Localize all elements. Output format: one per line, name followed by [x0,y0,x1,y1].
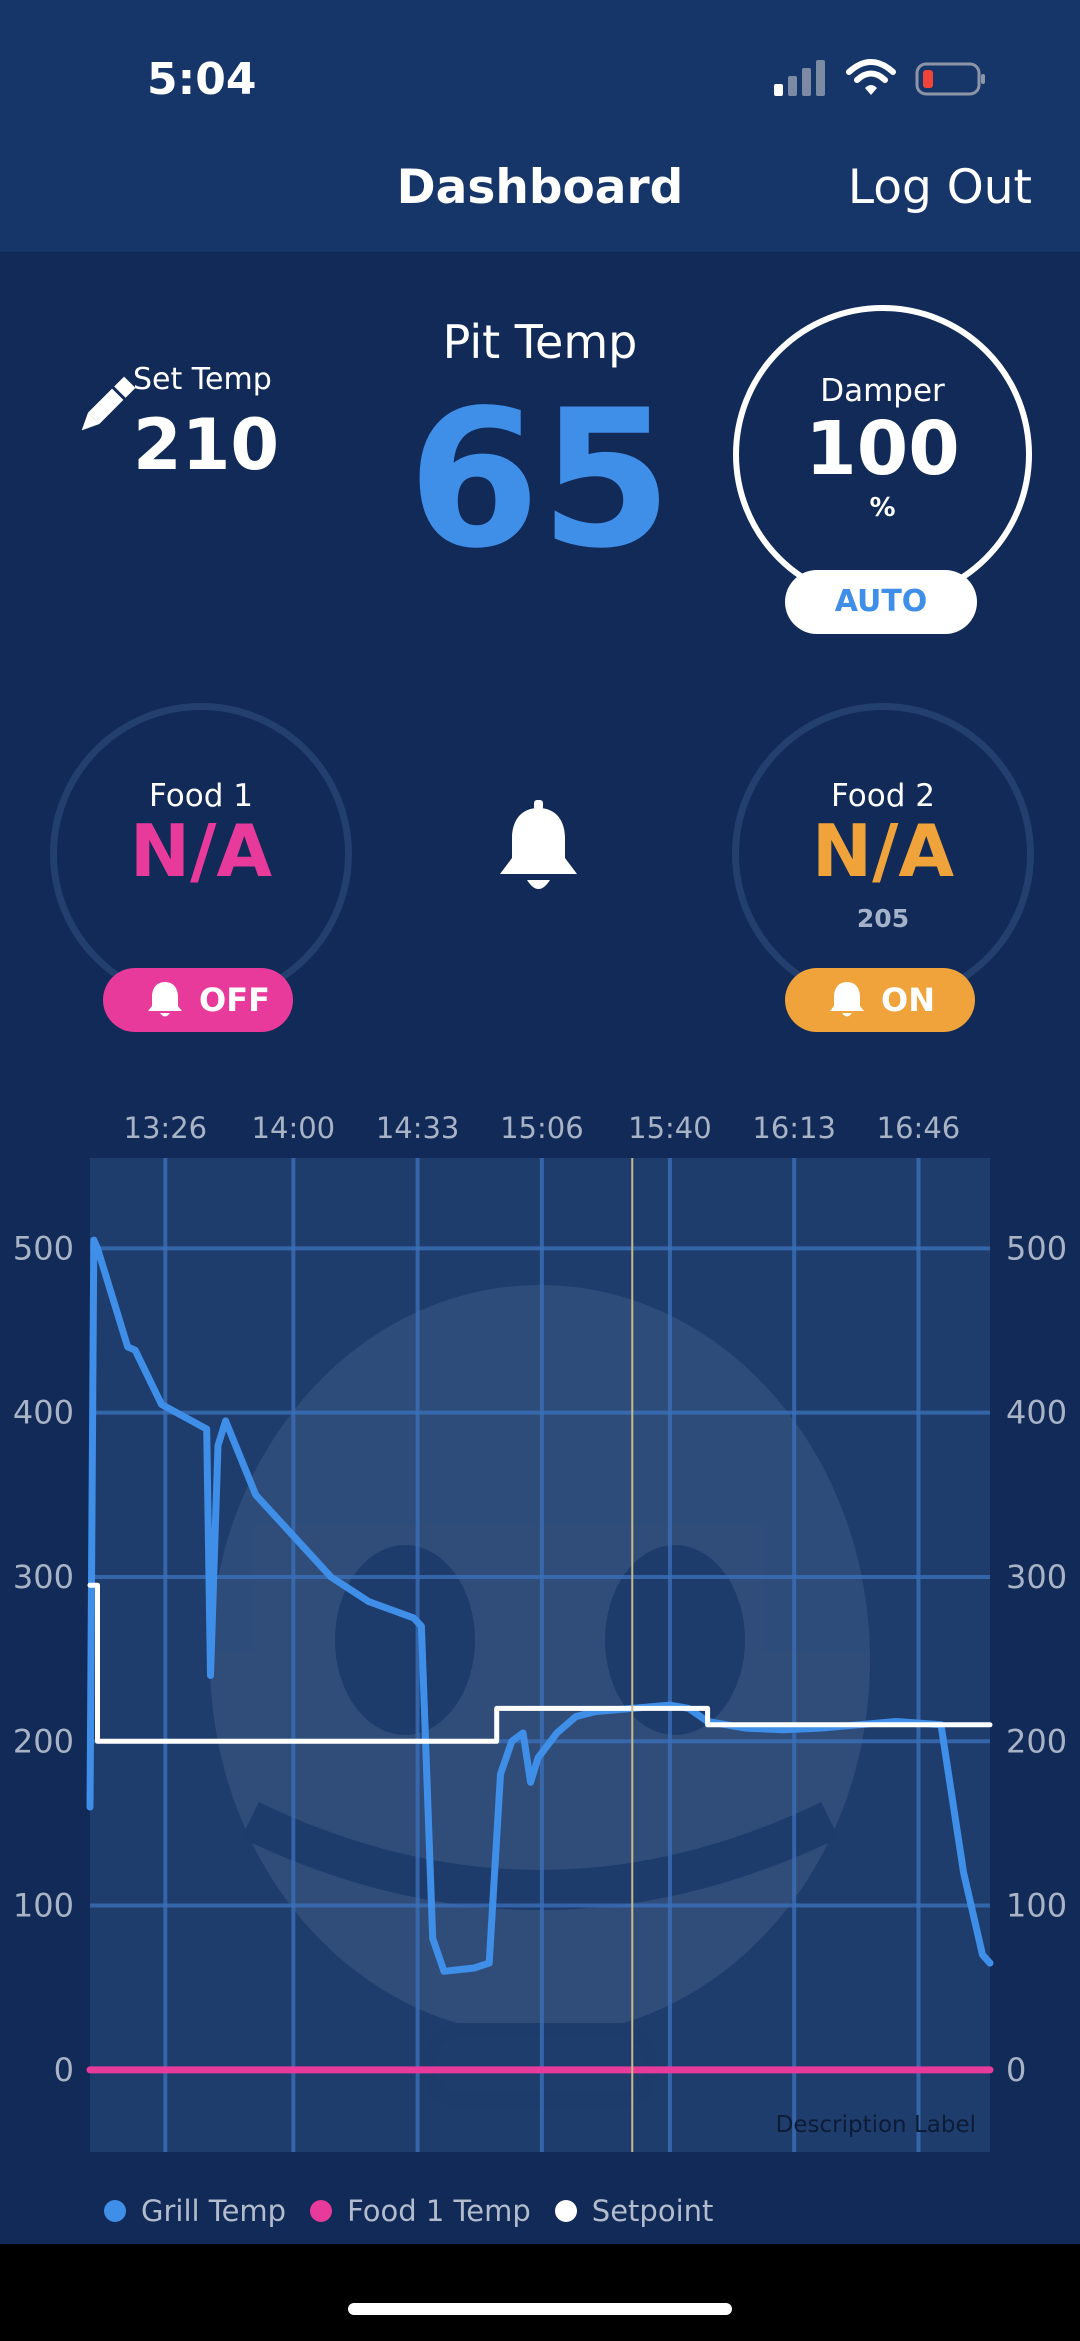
home-indicator[interactable] [348,2303,732,2315]
legend-label: Setpoint [591,2194,714,2228]
wifi-icon [846,59,896,95]
damper-auto-button[interactable]: AUTO [785,570,977,634]
damper-unit: % [869,493,896,523]
food2-value: N/A [811,809,955,893]
food2-alarm-label: ON [881,981,935,1019]
x-tick-label: 15:06 [500,1111,584,1145]
legend-label: Grill Temp [141,2194,287,2228]
legend-item: Grill Temp [104,2194,286,2228]
y-tick-label-right: 0 [1006,2051,1026,2089]
x-tick-label: 14:33 [376,1111,460,1145]
chart-description-label: Description Label [776,2112,976,2138]
y-tick-label-left: 300 [13,1558,74,1596]
legend-label: Food 1 Temp [347,2194,531,2228]
damper-label: Damper [820,373,945,409]
x-tick-label: 13:26 [124,1111,208,1145]
y-tick-label-left: 0 [54,2051,74,2089]
legend-dot [554,2200,577,2222]
y-tick-label-left: 100 [13,1887,74,1925]
y-tick-label-right: 100 [1006,1887,1067,1925]
legend-item: Setpoint [554,2194,714,2228]
x-tick-label: 16:46 [877,1111,961,1145]
y-tick-label-left: 500 [13,1229,74,1267]
y-tick-label-left: 400 [13,1394,74,1432]
y-tick-label-right: 500 [1006,1229,1067,1267]
logout-button[interactable]: Log Out [848,160,1032,215]
legend-dot [310,2200,333,2222]
chart-legend: Grill Temp Food 1 Temp Setpoint [104,2191,737,2231]
food2-alarm-button[interactable]: ON [785,968,975,1032]
food1-alarm-label: OFF [199,981,270,1019]
cellular-signal-icon [774,60,825,96]
legend-dot [104,2200,126,2222]
y-tick-label-right: 300 [1006,1558,1067,1596]
damper-value: 100 [805,406,960,492]
food1-value: N/A [129,809,273,893]
y-tick-label-left: 200 [13,1722,74,1760]
y-tick-label-right: 400 [1006,1394,1067,1432]
bell-icon [148,982,182,1017]
y-tick-label-right: 200 [1006,1722,1067,1760]
x-tick-label: 14:00 [252,1111,336,1145]
x-tick-label: 15:40 [628,1111,712,1145]
food2-target-temp: 205 [856,904,910,933]
home-indicator-area [0,2244,1080,2341]
legend-item: Food 1 Temp [310,2194,531,2228]
temperature-chart[interactable]: 0 0 100 100 200 200 300 300 400 400 500 500 13:26 14:… [0,1100,1080,2180]
x-tick-label: 16:13 [752,1111,836,1145]
alarm-bell-icon[interactable] [496,800,581,900]
food1-alarm-button[interactable]: OFF [103,968,293,1032]
bell-icon [830,982,864,1017]
status-time: 5:04 [147,54,257,105]
battery-low-icon [915,62,985,96]
